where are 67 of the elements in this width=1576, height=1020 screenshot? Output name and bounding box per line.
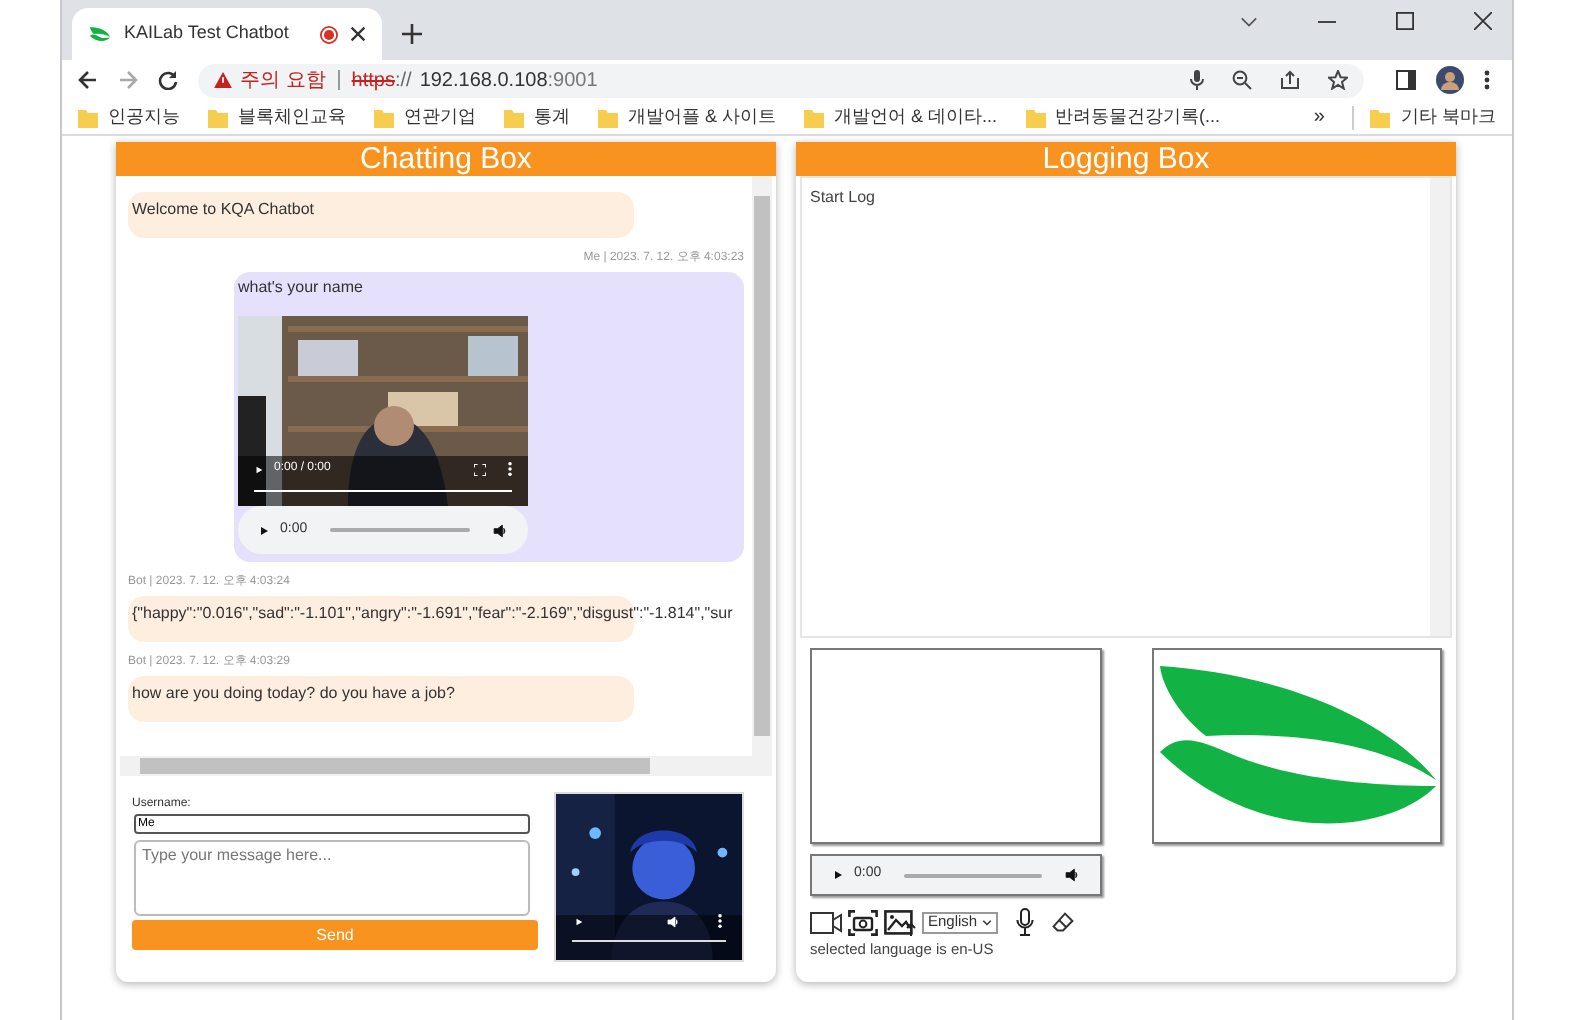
microphone-icon[interactable] bbox=[1190, 70, 1204, 90]
more-bookmarks-button[interactable]: » bbox=[1313, 102, 1325, 132]
leaf-logo-icon bbox=[88, 24, 112, 44]
bookmark-link[interactable]: 블록체인교육 bbox=[238, 103, 346, 131]
url-host: 192.168.0.108:9001 bbox=[419, 67, 600, 95]
security-warning: 주의 요함 bbox=[240, 67, 326, 95]
warning-icon bbox=[214, 72, 232, 88]
bookmark-link[interactable]: 기타 북마크 bbox=[1400, 103, 1496, 131]
chevron-down-icon[interactable] bbox=[1240, 15, 1258, 27]
tab-title: KAILab Test Chatbot bbox=[124, 20, 291, 47]
folder-icon bbox=[598, 107, 618, 127]
bookmark-link[interactable]: 연관기업 bbox=[404, 103, 476, 131]
scrollbar-thumb[interactable] bbox=[140, 758, 650, 774]
play-icon[interactable] bbox=[574, 915, 584, 927]
close-icon[interactable] bbox=[1474, 12, 1492, 30]
minimize-icon[interactable] bbox=[1318, 19, 1336, 23]
eraser-icon[interactable] bbox=[1051, 912, 1074, 932]
profile-avatar-icon[interactable] bbox=[1436, 66, 1464, 94]
volume-icon[interactable] bbox=[1064, 868, 1080, 882]
star-icon[interactable] bbox=[1328, 70, 1348, 90]
scrollbar[interactable] bbox=[752, 176, 772, 756]
panel-header: Logging Box bbox=[796, 142, 1456, 176]
message-text: Welcome to KQA Chatbot bbox=[132, 198, 315, 222]
folder-icon bbox=[374, 107, 394, 127]
image-upload-icon[interactable] bbox=[884, 909, 916, 935]
scrollbar[interactable] bbox=[120, 756, 772, 776]
more-menu-icon[interactable] bbox=[1484, 70, 1490, 90]
folder-icon bbox=[78, 107, 98, 127]
camera-capture-icon[interactable] bbox=[848, 909, 878, 935]
folder-icon bbox=[208, 107, 228, 127]
maximize-icon[interactable] bbox=[1396, 12, 1414, 30]
recording-icon bbox=[320, 25, 338, 43]
back-icon[interactable] bbox=[78, 70, 98, 90]
play-icon[interactable] bbox=[832, 868, 844, 882]
browser-tab[interactable]: KAILab Test Chatbot bbox=[72, 8, 382, 60]
folder-icon bbox=[1370, 107, 1391, 127]
url-text: https:// bbox=[351, 67, 412, 95]
message-field[interactable]: Type your message here... bbox=[134, 840, 530, 916]
fullscreen-icon[interactable] bbox=[474, 463, 486, 475]
folder-icon bbox=[504, 107, 524, 127]
log-line: Start Log bbox=[810, 186, 877, 210]
bookmark-link[interactable]: 개발어플 & 사이트 bbox=[628, 103, 777, 131]
play-icon[interactable] bbox=[254, 463, 264, 475]
zoom-out-icon[interactable] bbox=[1232, 70, 1252, 90]
bookmark-link[interactable]: 개발언어 & 데이타... bbox=[834, 103, 998, 131]
reload-icon[interactable] bbox=[158, 70, 178, 90]
video-camera-icon[interactable] bbox=[810, 911, 842, 933]
bookmark-link[interactable]: 반려동물건강기록(... bbox=[1055, 103, 1221, 131]
bookmark-link[interactable]: 통계 bbox=[534, 103, 570, 131]
chevron-down-icon bbox=[981, 919, 992, 925]
share-icon[interactable] bbox=[1280, 70, 1300, 90]
side-panel-icon[interactable] bbox=[1396, 70, 1416, 90]
message-text: {"happy":"0.016","sad":"-1.101","angry":"-1.691","fear":"-2.169","disgust":"-1.814","sur bbox=[132, 602, 733, 626]
bookmark-link[interactable]: 인공지능 bbox=[108, 103, 180, 131]
message-text: how are you doing today? do you have a job? bbox=[132, 682, 455, 706]
scrollbar-thumb[interactable] bbox=[754, 196, 770, 736]
new-tab-icon[interactable] bbox=[402, 24, 422, 44]
volume-icon[interactable] bbox=[492, 523, 508, 537]
scrollbar[interactable] bbox=[1430, 178, 1450, 636]
play-icon[interactable] bbox=[258, 523, 270, 537]
panel-header: Chatting Box bbox=[116, 142, 776, 176]
folder-icon bbox=[1025, 107, 1046, 127]
address-bar[interactable]: 주의 요함 https:// 192.168.0.108:9001 bbox=[198, 63, 1364, 97]
microphone-icon[interactable] bbox=[1015, 908, 1034, 936]
message-text: what's your name bbox=[238, 276, 363, 300]
folder-icon bbox=[804, 107, 825, 127]
close-icon[interactable] bbox=[350, 26, 366, 42]
